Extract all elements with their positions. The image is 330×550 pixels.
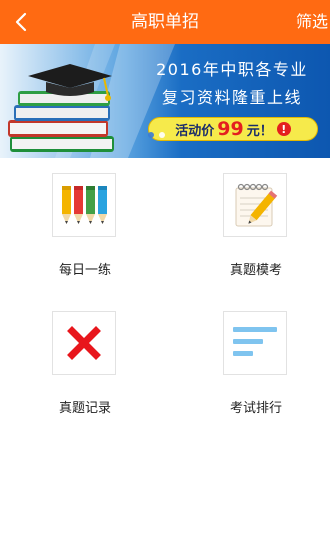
carousel-dot[interactable]: [159, 132, 165, 138]
promo-price: 99: [217, 118, 244, 140]
mock-exam-button[interactable]: 真题模考: [201, 173, 311, 293]
mock-exam-tile: [223, 173, 287, 237]
books-icon: [8, 91, 114, 152]
daily-practice-label: 每日一练: [58, 263, 111, 278]
promo-prefix: 活动价: [175, 123, 215, 139]
exam-ranking-tile: [223, 311, 287, 375]
exam-records-label: 真题记录: [58, 401, 111, 416]
promo-price-badge: 活动价 99 元！ !: [148, 117, 318, 141]
app-header: 高职单招 筛选: [0, 0, 330, 44]
exam-records-button[interactable]: 真题记录: [30, 311, 140, 431]
exam-ranking-label: 考试排行: [229, 401, 282, 416]
page-title: 高职单招: [131, 12, 199, 32]
promo-banner[interactable]: 2016年中职各专业 复习资料隆重上线 活动价 99 元！ !: [0, 44, 330, 158]
filter-button[interactable]: 筛选: [296, 0, 330, 44]
back-button[interactable]: [4, 4, 38, 40]
exam-ranking-button[interactable]: 考试排行: [201, 311, 311, 431]
daily-practice-button[interactable]: 每日一练: [30, 173, 140, 293]
banner-subheadline: 复习资料隆重上线: [161, 88, 302, 107]
banner-headline: 2016年中职各专业: [156, 60, 308, 79]
promo-suffix: 元！: [246, 123, 273, 139]
list-lines-icon: [233, 327, 277, 356]
exclamation-icon: !: [276, 122, 291, 136]
exam-records-tile: [52, 311, 116, 375]
red-cross-icon: [67, 326, 101, 360]
daily-practice-tile: [52, 173, 116, 237]
mock-exam-label: 真题模考: [229, 263, 282, 278]
notepad-pencil-icon: [235, 183, 278, 227]
colored-pencils-icon: [62, 186, 107, 224]
chevron-left-icon: [15, 12, 27, 32]
carousel-indicator: [148, 132, 165, 138]
carousel-dot[interactable]: [148, 132, 154, 138]
